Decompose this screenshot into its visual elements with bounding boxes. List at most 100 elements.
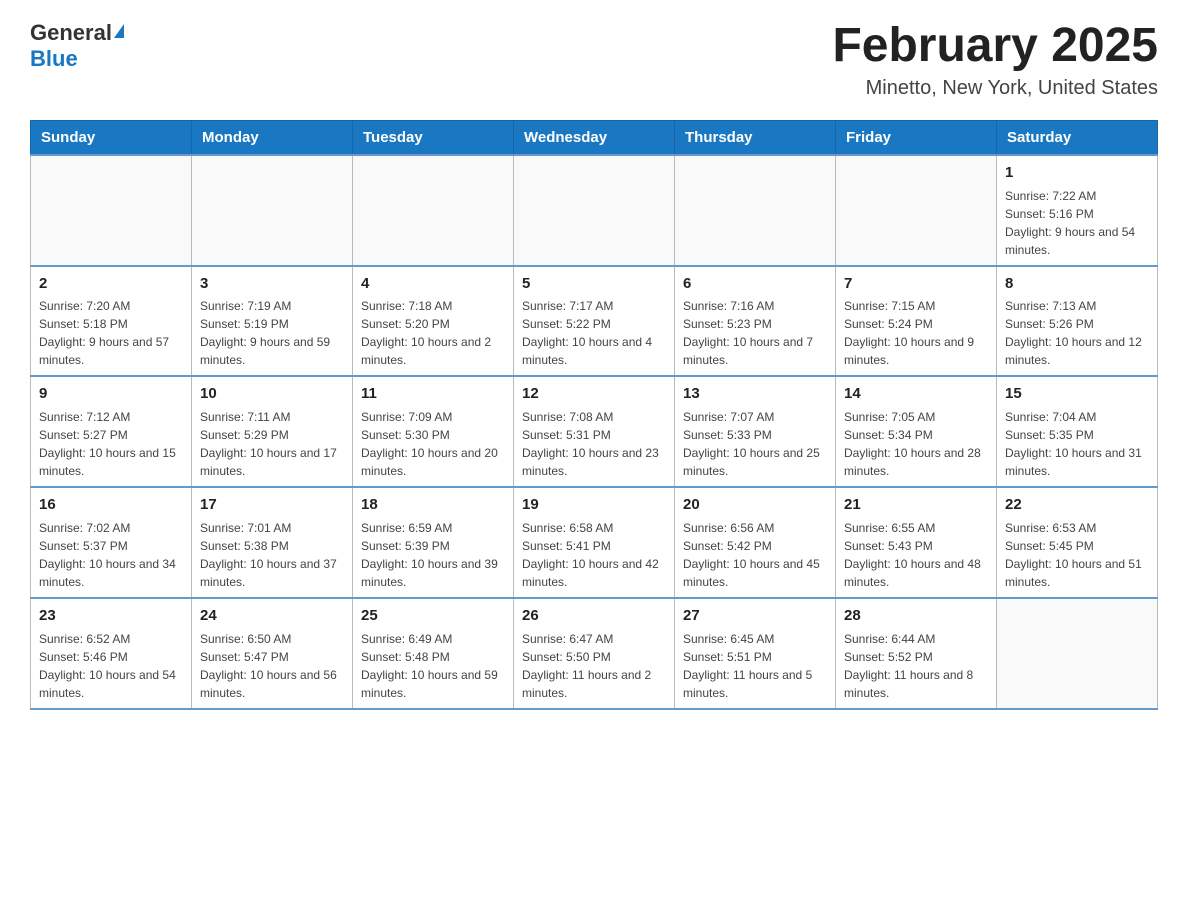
calendar-cell: 7Sunrise: 7:15 AMSunset: 5:24 PMDaylight…: [836, 266, 997, 377]
day-number: 20: [683, 494, 827, 516]
calendar-cell: [675, 155, 836, 266]
logo: General Blue: [30, 20, 124, 72]
calendar-cell: [192, 155, 353, 266]
calendar-cell: 17Sunrise: 7:01 AMSunset: 5:38 PMDayligh…: [192, 487, 353, 598]
calendar-cell: 4Sunrise: 7:18 AMSunset: 5:20 PMDaylight…: [353, 266, 514, 377]
day-info: Sunrise: 6:47 AMSunset: 5:50 PMDaylight:…: [522, 630, 666, 702]
calendar-cell: 27 Sunrise: 6:45 AMSunset: 5:51 PMDayligh…: [675, 598, 836, 709]
day-number: 19: [522, 494, 666, 516]
calendar-cell: [353, 155, 514, 266]
weekday-header-row: SundayMondayTuesdayWednesdayThursdayFrid…: [31, 120, 1158, 155]
day-number: 6: [683, 273, 827, 295]
day-info: Sunrise: 6:52 AMSunset: 5:46 PMDaylight:…: [39, 630, 183, 702]
calendar-cell: [836, 155, 997, 266]
calendar-cell: 14 Sunrise: 7:05 AMSunset: 5:34 PMDayligh…: [836, 376, 997, 487]
calendar-cell: [997, 598, 1158, 709]
day-info: Sunrise: 7:12 AMSunset: 5:27 PMDaylight:…: [39, 408, 183, 480]
day-number: 8: [1005, 273, 1149, 295]
day-number: 13: [683, 383, 827, 405]
day-info: Sunrise: 6:53 AMSunset: 5:45 PMDaylight:…: [1005, 519, 1149, 591]
weekday-header-tuesday: Tuesday: [353, 120, 514, 155]
calendar-cell: 8Sunrise: 7:13 AMSunset: 5:26 PMDaylight…: [997, 266, 1158, 377]
day-info: Sunrise: 7:22 AMSunset: 5:16 PMDaylight:…: [1005, 187, 1149, 259]
day-info: Sunrise: 6:49 AMSunset: 5:48 PMDaylight:…: [361, 630, 505, 702]
weekday-header-sunday: Sunday: [31, 120, 192, 155]
day-info: Sunrise: 7:13 AMSunset: 5:26 PMDaylight:…: [1005, 297, 1149, 369]
day-number: 24: [200, 605, 344, 627]
day-number: 3: [200, 273, 344, 295]
calendar-cell: 19 Sunrise: 6:58 AMSunset: 5:41 PMDayligh…: [514, 487, 675, 598]
calendar-cell: 9 Sunrise: 7:12 AMSunset: 5:27 PMDaylight…: [31, 376, 192, 487]
calendar-week-row: 2Sunrise: 7:20 AMSunset: 5:18 PMDaylight…: [31, 266, 1158, 377]
day-info: Sunrise: 6:58 AMSunset: 5:41 PMDaylight:…: [522, 519, 666, 591]
day-info: Sunrise: 7:18 AMSunset: 5:20 PMDaylight:…: [361, 297, 505, 369]
calendar-cell: 25 Sunrise: 6:49 AMSunset: 5:48 PMDayligh…: [353, 598, 514, 709]
day-info: Sunrise: 7:08 AMSunset: 5:31 PMDaylight:…: [522, 408, 666, 480]
calendar-cell: 2Sunrise: 7:20 AMSunset: 5:18 PMDaylight…: [31, 266, 192, 377]
title-section: February 2025 Minetto, New York, United …: [832, 20, 1158, 100]
calendar-cell: 11Sunrise: 7:09 AMSunset: 5:30 PMDayligh…: [353, 376, 514, 487]
day-number: 25: [361, 605, 505, 627]
calendar-cell: [31, 155, 192, 266]
day-info: Sunrise: 7:19 AMSunset: 5:19 PMDaylight:…: [200, 297, 344, 369]
day-info: Sunrise: 6:50 AMSunset: 5:47 PMDaylight:…: [200, 630, 344, 702]
day-info: Sunrise: 7:16 AMSunset: 5:23 PMDaylight:…: [683, 297, 827, 369]
day-number: 23: [39, 605, 183, 627]
day-number: 9: [39, 383, 183, 405]
calendar-cell: 13 Sunrise: 7:07 AMSunset: 5:33 PMDayligh…: [675, 376, 836, 487]
day-number: 26: [522, 605, 666, 627]
day-info: Sunrise: 6:45 AMSunset: 5:51 PMDaylight:…: [683, 630, 827, 702]
logo-blue-text: Blue: [30, 46, 78, 72]
calendar-cell: [514, 155, 675, 266]
calendar-cell: 6Sunrise: 7:16 AMSunset: 5:23 PMDaylight…: [675, 266, 836, 377]
month-title: February 2025: [832, 20, 1158, 73]
weekday-header-monday: Monday: [192, 120, 353, 155]
day-number: 10: [200, 383, 344, 405]
day-number: 1: [1005, 162, 1149, 184]
weekday-header-friday: Friday: [836, 120, 997, 155]
day-info: Sunrise: 7:15 AMSunset: 5:24 PMDaylight:…: [844, 297, 988, 369]
calendar-cell: 18Sunrise: 6:59 AMSunset: 5:39 PMDayligh…: [353, 487, 514, 598]
day-number: 17: [200, 494, 344, 516]
day-info: Sunrise: 7:17 AMSunset: 5:22 PMDaylight:…: [522, 297, 666, 369]
calendar-cell: 22 Sunrise: 6:53 AMSunset: 5:45 PMDayligh…: [997, 487, 1158, 598]
day-number: 2: [39, 273, 183, 295]
calendar-cell: 28Sunrise: 6:44 AMSunset: 5:52 PMDayligh…: [836, 598, 997, 709]
logo-general-text: General: [30, 20, 112, 46]
calendar-cell: 20 Sunrise: 6:56 AMSunset: 5:42 PMDayligh…: [675, 487, 836, 598]
day-info: Sunrise: 7:09 AMSunset: 5:30 PMDaylight:…: [361, 408, 505, 480]
calendar-week-row: 23 Sunrise: 6:52 AMSunset: 5:46 PMDayligh…: [31, 598, 1158, 709]
day-info: Sunrise: 6:44 AMSunset: 5:52 PMDaylight:…: [844, 630, 988, 702]
page-header: General Blue February 2025 Minetto, New …: [30, 20, 1158, 100]
calendar-cell: 15Sunrise: 7:04 AMSunset: 5:35 PMDayligh…: [997, 376, 1158, 487]
day-info: Sunrise: 7:20 AMSunset: 5:18 PMDaylight:…: [39, 297, 183, 369]
day-info: Sunrise: 7:07 AMSunset: 5:33 PMDaylight:…: [683, 408, 827, 480]
calendar-cell: 1 Sunrise: 7:22 AMSunset: 5:16 PMDaylight…: [997, 155, 1158, 266]
day-number: 21: [844, 494, 988, 516]
calendar-cell: 26 Sunrise: 6:47 AMSunset: 5:50 PMDayligh…: [514, 598, 675, 709]
calendar-week-row: 1 Sunrise: 7:22 AMSunset: 5:16 PMDaylight…: [31, 155, 1158, 266]
day-info: Sunrise: 6:56 AMSunset: 5:42 PMDaylight:…: [683, 519, 827, 591]
day-info: Sunrise: 7:04 AMSunset: 5:35 PMDaylight:…: [1005, 408, 1149, 480]
calendar-week-row: 16 Sunrise: 7:02 AMSunset: 5:37 PMDayligh…: [31, 487, 1158, 598]
day-number: 5: [522, 273, 666, 295]
calendar-table: SundayMondayTuesdayWednesdayThursdayFrid…: [30, 120, 1158, 710]
day-number: 16: [39, 494, 183, 516]
weekday-header-thursday: Thursday: [675, 120, 836, 155]
calendar-cell: 23 Sunrise: 6:52 AMSunset: 5:46 PMDayligh…: [31, 598, 192, 709]
calendar-cell: 16 Sunrise: 7:02 AMSunset: 5:37 PMDayligh…: [31, 487, 192, 598]
calendar-cell: 10Sunrise: 7:11 AMSunset: 5:29 PMDayligh…: [192, 376, 353, 487]
day-info: Sunrise: 7:05 AMSunset: 5:34 PMDaylight:…: [844, 408, 988, 480]
day-number: 14: [844, 383, 988, 405]
day-number: 27: [683, 605, 827, 627]
day-number: 18: [361, 494, 505, 516]
calendar-cell: 24 Sunrise: 6:50 AMSunset: 5:47 PMDayligh…: [192, 598, 353, 709]
weekday-header-wednesday: Wednesday: [514, 120, 675, 155]
day-number: 22: [1005, 494, 1149, 516]
day-number: 12: [522, 383, 666, 405]
weekday-header-saturday: Saturday: [997, 120, 1158, 155]
calendar-cell: 5Sunrise: 7:17 AMSunset: 5:22 PMDaylight…: [514, 266, 675, 377]
logo-triangle-icon: [114, 24, 124, 38]
day-info: Sunrise: 7:02 AMSunset: 5:37 PMDaylight:…: [39, 519, 183, 591]
day-number: 4: [361, 273, 505, 295]
